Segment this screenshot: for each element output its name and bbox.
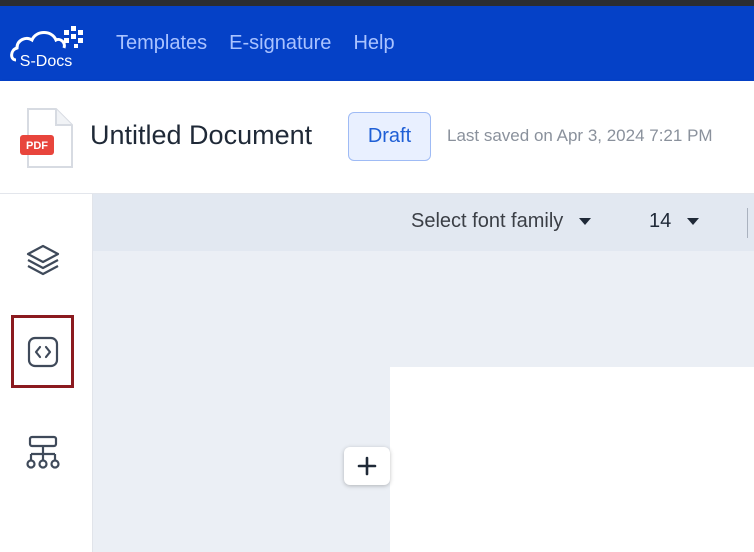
nav-help[interactable]: Help <box>353 32 394 55</box>
document-title[interactable]: Untitled Document <box>90 120 312 151</box>
last-saved-text: Last saved on Apr 3, 2024 7:21 PM <box>447 126 713 145</box>
logo-text: S-Docs <box>20 53 72 70</box>
toolbar-divider <box>747 208 748 238</box>
sidebar-item-code[interactable] <box>11 315 74 388</box>
code-icon <box>27 336 58 367</box>
sidebar-item-layers[interactable] <box>22 240 64 280</box>
nav-e-signature[interactable]: E-signature <box>229 32 331 55</box>
plus-icon <box>357 456 377 476</box>
nav-links: Templates E-signature Help <box>116 6 417 81</box>
font-size-select[interactable]: 14 <box>649 210 700 233</box>
document-page[interactable] <box>390 367 754 552</box>
editor-toolbar: Select font family 14 <box>93 194 754 251</box>
chevron-down-icon <box>687 218 700 225</box>
layers-icon <box>26 244 60 276</box>
pdf-file-icon: PDF <box>20 107 76 169</box>
add-block-button[interactable] <box>344 447 390 485</box>
sidebar-item-hierarchy[interactable] <box>22 432 64 472</box>
top-navbar: S-Docs Templates E-signature Help <box>0 6 754 81</box>
font-family-select[interactable]: Select font family <box>411 210 592 233</box>
nav-templates[interactable]: Templates <box>116 32 207 55</box>
font-size-value: 14 <box>649 210 672 232</box>
font-family-value: Select font family <box>411 210 564 232</box>
document-header: PDF Untitled Document Draft Last saved o… <box>0 81 754 194</box>
left-sidebar <box>0 194 94 552</box>
pdf-label: PDF <box>26 140 48 152</box>
hierarchy-icon <box>26 435 60 469</box>
status-badge: Draft <box>348 112 431 161</box>
chevron-down-icon <box>579 218 592 225</box>
s-docs-logo[interactable]: S-Docs <box>8 20 86 70</box>
